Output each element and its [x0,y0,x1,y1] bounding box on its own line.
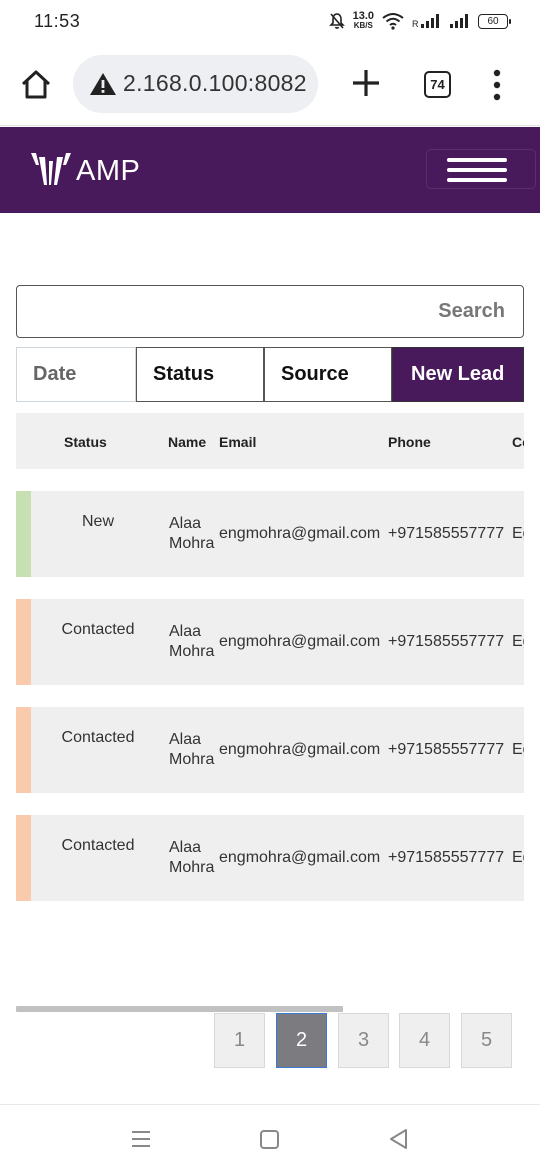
lead-last-name: Mohra [169,535,215,552]
table-row[interactable]: New Alaa Mohra engmohra@gmail.com +971585… [16,491,524,577]
lead-status: Contacted [61,729,135,746]
lead-email: engmohra@gmail.com [219,525,381,542]
tab-switcher-button[interactable]: 74 [424,71,451,98]
horizontal-scrollbar[interactable] [16,1006,343,1012]
column-header-status[interactable]: Status [64,434,107,450]
lead-email: engmohra@gmail.com [219,741,381,758]
app-header: AMP [0,127,540,213]
table-row[interactable]: Contacted Alaa Mohra engmohra@gmail.com +… [16,707,524,793]
page-button-2-current[interactable]: 2 [276,1013,327,1068]
warning-icon[interactable] [89,72,117,96]
system-status-bar: 11:53 13.0 KB/S R 60 [0,0,540,44]
hamburger-line [447,158,507,162]
search-input[interactable] [17,286,523,337]
app-logo[interactable]: AMP [30,151,140,191]
battery-level: 60 [487,15,499,27]
lead-country: Eg [512,633,524,650]
page-button-4[interactable]: 4 [399,1013,450,1068]
source-filter-button[interactable]: Source [264,347,392,402]
lead-email: engmohra@gmail.com [219,633,381,650]
status-color-bar [16,707,31,793]
lead-last-name: Mohra [169,859,215,876]
status-color-bar [16,491,31,577]
svg-text:R: R [412,19,419,29]
clock: 11:53 [34,11,81,31]
lead-phone: +971585557777 [388,633,505,650]
mute-icon [328,13,345,29]
tab-count: 74 [430,77,445,92]
column-header-email[interactable]: Email [219,434,256,450]
column-header-name[interactable]: Name [168,434,206,450]
lead-phone: +971585557777 [388,849,505,866]
lead-name: Alaa Mohra [169,838,214,878]
network-speed: 13.0 KB/S [352,10,374,31]
lead-first-name: Alaa [169,839,202,856]
search-box[interactable] [16,285,524,338]
filter-bar: Date Status Source New Lead [16,347,524,402]
lead-country: Eg [512,849,524,866]
lead-phone: +971585557777 [388,741,505,758]
lead-status: Contacted [61,837,135,854]
table-row[interactable]: Contacted Alaa Mohra engmohra@gmail.com +… [16,599,524,685]
logo-mark-icon [31,153,71,185]
more-menu-icon[interactable] [490,69,504,101]
lead-first-name: Alaa [169,623,202,640]
lead-last-name: Mohra [169,643,215,660]
new-lead-button[interactable]: New Lead [392,347,524,402]
lead-name: Alaa Mohra [169,514,214,554]
signal-icon [450,14,468,28]
recent-apps-icon[interactable] [129,1127,153,1151]
table-row[interactable]: Contacted Alaa Mohra engmohra@gmail.com +… [16,815,524,901]
page-button-5[interactable]: 5 [461,1013,512,1068]
home-icon[interactable] [18,66,54,102]
network-speed-unit: KB/S [353,21,373,30]
lead-first-name: Alaa [169,731,202,748]
browser-toolbar: 2.168.0.100:8082 74 [0,44,540,126]
signal-r-icon: R [412,14,439,29]
hamburger-line [447,168,507,172]
lead-name: Alaa Mohra [169,622,214,662]
lead-status: Contacted [61,621,135,638]
network-speed-value: 13.0 [352,10,374,22]
pagination: 1 2 3 4 5 [0,1013,540,1069]
column-header-country[interactable]: Co [512,434,524,450]
date-filter-button[interactable]: Date [16,347,136,402]
page-button-1[interactable]: 1 [214,1013,265,1068]
back-icon[interactable] [387,1127,411,1151]
status-color-bar [16,815,31,901]
system-navigation-bar [0,1104,540,1170]
status-filter-button[interactable]: Status [136,347,264,402]
lead-country: Eg [512,525,524,542]
lead-name: Alaa Mohra [169,730,214,770]
wifi-icon [382,13,404,30]
status-icons: 13.0 KB/S R 60 [328,10,511,32]
battery-icon: 60 [478,13,511,29]
new-tab-icon[interactable] [349,66,383,100]
leads-table: Status Name Email Phone Co New Alaa Mohra… [16,413,524,903]
url-text: 2.168.0.100:8082 [123,70,307,96]
lead-email: engmohra@gmail.com [219,849,381,866]
home-nav-icon[interactable] [258,1127,282,1151]
table-header: Status Name Email Phone Co [16,413,524,469]
page-button-3[interactable]: 3 [338,1013,389,1068]
lead-country: Eg [512,741,524,758]
lead-status: New [81,513,114,530]
status-color-bar [16,599,31,685]
lead-first-name: Alaa [169,515,202,532]
column-header-phone[interactable]: Phone [388,434,431,450]
logo-text: AMP [76,154,141,187]
address-bar[interactable]: 2.168.0.100:8082 [73,55,318,113]
hamburger-line [447,178,507,182]
lead-phone: +971585557777 [388,525,505,542]
lead-last-name: Mohra [169,751,215,768]
menu-toggle-button[interactable] [426,149,536,189]
